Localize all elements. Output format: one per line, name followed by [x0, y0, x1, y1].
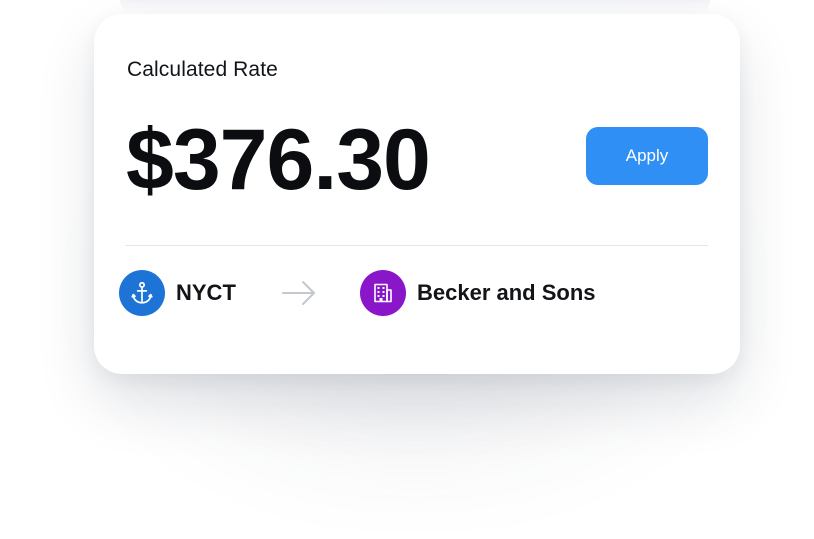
destination-name: Becker and Sons: [417, 280, 596, 305]
background-card-edge: [120, 0, 710, 14]
origin-name: NYCT: [176, 280, 236, 305]
arrow-right-icon: [282, 281, 315, 305]
origin-badge: [119, 270, 165, 316]
anchor-icon: [131, 281, 153, 304]
rate-card: Calculated Rate $376.30 Apply NYCT Becke…: [94, 14, 740, 374]
rate-value: $376.30: [126, 112, 431, 208]
apply-button[interactable]: Apply: [586, 127, 708, 185]
divider: [125, 245, 708, 246]
building-icon: [374, 283, 392, 303]
route-row: NYCT Becker and Sons: [119, 270, 719, 318]
destination-badge: [360, 270, 406, 316]
rate-label: Calculated Rate: [127, 58, 278, 81]
page: Calculated Rate $376.30 Apply NYCT Becke…: [0, 0, 814, 539]
